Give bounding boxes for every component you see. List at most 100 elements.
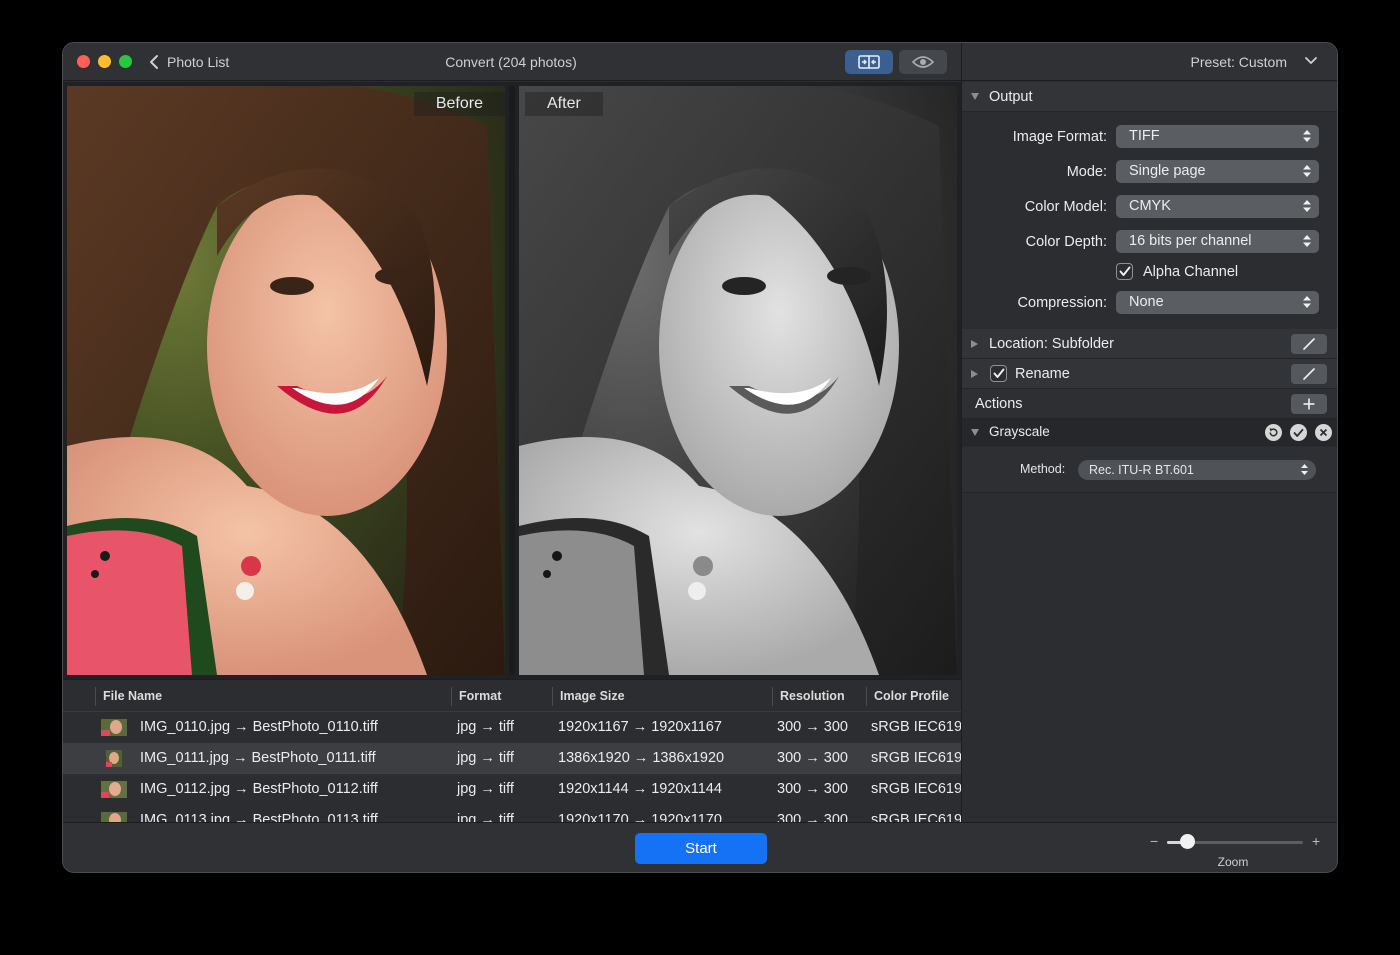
format-cell: jpg → tiff xyxy=(457,812,514,822)
close-window-button[interactable] xyxy=(77,55,90,68)
disclosure-right-icon[interactable] xyxy=(971,370,978,378)
enable-action-button[interactable] xyxy=(1290,424,1307,441)
compression-label: Compression: xyxy=(1017,295,1107,311)
after-label: After xyxy=(525,92,603,116)
zoom-out-button[interactable]: − xyxy=(1150,833,1158,849)
table-row[interactable]: IMG_0110.jpg → BestPhoto_0110.tiff jpg →… xyxy=(63,712,961,743)
mode-select[interactable]: Single page xyxy=(1116,160,1319,183)
close-icon xyxy=(1319,428,1328,437)
select-arrows-icon xyxy=(1303,200,1311,212)
mode-value: Single page xyxy=(1129,163,1206,179)
checkmark-icon xyxy=(1293,428,1304,437)
checkmark-icon xyxy=(993,368,1004,378)
select-arrows-icon xyxy=(1301,464,1308,475)
rename-label: Rename xyxy=(1015,366,1070,382)
image-format-value: TIFF xyxy=(1129,128,1160,144)
location-section-header[interactable]: Location: Subfolder xyxy=(962,329,1337,359)
plus-icon xyxy=(1303,398,1315,410)
alpha-channel-checkbox[interactable] xyxy=(1116,263,1133,280)
before-photo xyxy=(67,86,505,675)
actions-header: Actions xyxy=(962,389,1337,419)
back-label: Photo List xyxy=(167,54,230,70)
color-profile-cell: sRGB IEC619 xyxy=(871,750,961,766)
format-cell: jpg → tiff xyxy=(457,750,514,766)
start-button[interactable]: Start xyxy=(635,833,767,864)
edit-location-button[interactable] xyxy=(1291,334,1327,354)
select-arrows-icon xyxy=(1303,130,1311,142)
grayscale-settings: Method: Rec. ITU-R BT.601 xyxy=(962,447,1337,493)
column-header-color-profile[interactable]: Color Profile xyxy=(874,689,949,703)
chevron-left-icon xyxy=(150,55,158,69)
rename-section-header[interactable]: Rename xyxy=(962,359,1337,389)
color-model-label: Color Model: xyxy=(1024,199,1107,215)
table-row[interactable]: IMG_0111.jpg → BestPhoto_0111.tiff jpg →… xyxy=(63,743,961,774)
column-header-file-name[interactable]: File Name xyxy=(103,689,162,703)
image-size-cell: 1920x1144 → 1920x1144 xyxy=(558,781,722,797)
zoom-window-button[interactable] xyxy=(119,55,132,68)
after-photo xyxy=(519,86,957,675)
edit-rename-button[interactable] xyxy=(1291,364,1327,384)
compression-value: None xyxy=(1129,294,1164,310)
select-arrows-icon xyxy=(1303,165,1311,177)
alpha-channel-label: Alpha Channel xyxy=(1143,264,1239,280)
column-header-image-size[interactable]: Image Size xyxy=(560,689,625,703)
table-row[interactable]: IMG_0113.jpg → BestPhoto_0113.tiff jpg →… xyxy=(63,805,961,822)
table-row[interactable]: IMG_0112.jpg → BestPhoto_0112.tiff jpg →… xyxy=(63,774,961,805)
after-pane: After xyxy=(519,86,957,675)
location-label: Location: Subfolder xyxy=(989,336,1114,352)
column-separator[interactable] xyxy=(772,687,773,706)
column-separator[interactable] xyxy=(451,687,452,706)
column-header-format[interactable]: Format xyxy=(459,689,501,703)
color-depth-value: 16 bits per channel xyxy=(1129,233,1252,249)
remove-action-button[interactable] xyxy=(1315,424,1332,441)
file-name-cell: IMG_0112.jpg → BestPhoto_0112.tiff xyxy=(140,781,378,797)
grayscale-label: Grayscale xyxy=(989,424,1050,439)
photo-thumbnail xyxy=(101,781,127,798)
image-size-cell: 1386x1920 → 1386x1920 xyxy=(558,750,725,766)
color-profile-cell: sRGB IEC619 xyxy=(871,812,961,822)
before-pane: Before xyxy=(67,86,505,675)
eye-icon xyxy=(912,56,934,68)
chevron-down-icon xyxy=(1305,57,1317,64)
method-label: Method: xyxy=(1020,462,1066,476)
format-cell: jpg → tiff xyxy=(457,719,514,735)
add-action-button[interactable] xyxy=(1291,394,1327,414)
photo-thumbnail xyxy=(101,812,127,822)
grayscale-action-header[interactable]: Grayscale xyxy=(962,419,1337,446)
column-separator[interactable] xyxy=(866,687,867,706)
zoom-label: Zoom xyxy=(1217,855,1249,869)
before-label: Before xyxy=(413,92,505,116)
color-depth-select[interactable]: 16 bits per channel xyxy=(1116,230,1319,253)
image-format-select[interactable]: TIFF xyxy=(1116,125,1319,148)
method-select[interactable]: Rec. ITU-R BT.601 xyxy=(1078,460,1316,480)
color-profile-cell: sRGB IEC619 xyxy=(871,719,961,735)
select-arrows-icon xyxy=(1303,235,1311,247)
preview-area: Before After xyxy=(63,82,961,679)
color-model-select[interactable]: CMYK xyxy=(1116,195,1319,218)
zoom-in-button[interactable]: + xyxy=(1312,833,1320,849)
column-separator[interactable] xyxy=(552,687,553,706)
format-cell: jpg → tiff xyxy=(457,781,514,797)
compare-view-button[interactable] xyxy=(845,50,893,74)
preview-divider[interactable] xyxy=(509,86,515,675)
column-separator[interactable] xyxy=(95,687,96,706)
disclosure-right-icon[interactable] xyxy=(971,340,978,348)
compression-select[interactable]: None xyxy=(1116,291,1319,314)
image-format-label: Image Format: xyxy=(1012,129,1107,145)
mode-label: Mode: xyxy=(1066,164,1107,180)
preset-selector[interactable]: Preset: Custom xyxy=(962,43,1337,81)
output-section-header[interactable]: Output xyxy=(962,82,1337,112)
back-to-photo-list-button[interactable]: Photo List xyxy=(149,53,229,71)
resolution-cell: 300 → 300 xyxy=(777,781,848,797)
reset-action-button[interactable] xyxy=(1265,424,1282,441)
color-profile-cell: sRGB IEC619 xyxy=(871,781,961,797)
zoom-slider-knob[interactable] xyxy=(1180,834,1196,849)
preview-toggle-button[interactable] xyxy=(899,50,947,74)
rename-checkbox[interactable] xyxy=(990,365,1007,382)
minimize-window-button[interactable] xyxy=(98,55,111,68)
convert-window: Photo List Convert (204 photos) Before A… xyxy=(62,42,1338,873)
disclosure-down-icon[interactable] xyxy=(971,429,979,436)
window-title: Convert (204 photos) xyxy=(445,54,577,70)
column-header-resolution[interactable]: Resolution xyxy=(780,689,845,703)
disclosure-down-icon[interactable] xyxy=(971,93,979,100)
